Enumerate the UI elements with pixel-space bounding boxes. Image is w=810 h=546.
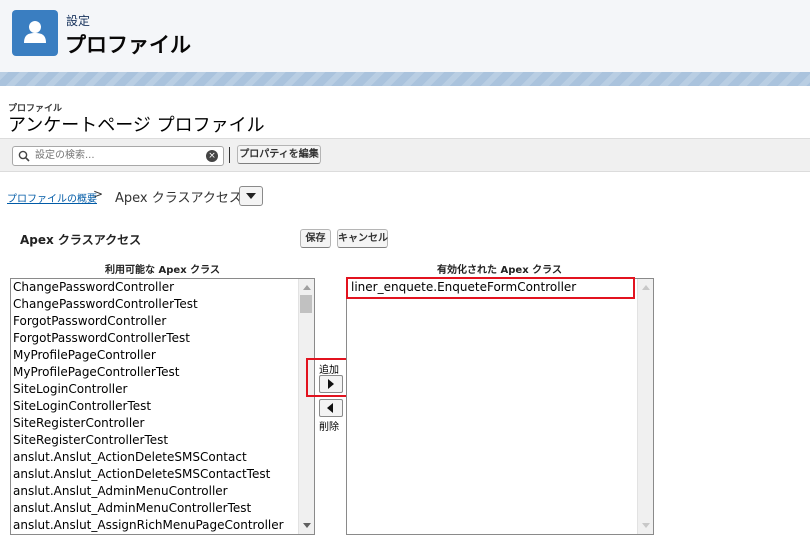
list-item[interactable]: ForgotPasswordControllerTest	[11, 330, 297, 347]
list-item[interactable]: anslut.Anslut_AdminMenuController	[11, 483, 297, 500]
toolbar: × プロパティを編集	[0, 138, 810, 172]
remove-arrow-button[interactable]	[319, 399, 343, 417]
scroll-up-arrow-icon[interactable]	[303, 285, 311, 290]
list-item[interactable]: anslut.Anslut_ActionDeleteSMSContact	[11, 449, 297, 466]
scroll-down-arrow-icon[interactable]	[642, 523, 650, 528]
section-title: Apex クラスアクセス	[20, 233, 142, 247]
profile-user-icon	[12, 10, 58, 56]
available-list-scrollbar[interactable]	[298, 279, 314, 534]
scroll-down-arrow-icon[interactable]	[303, 523, 311, 528]
list-item[interactable]: ForgotPasswordController	[11, 313, 297, 330]
breadcrumb-dropdown-button[interactable]	[239, 186, 263, 206]
search-input[interactable]	[35, 148, 195, 163]
toolbar-divider	[229, 147, 230, 163]
save-button[interactable]: 保存	[300, 229, 331, 248]
breadcrumb-current: Apex クラスアクセス	[115, 191, 242, 206]
enabled-classes-list[interactable]: liner_enquete.EnqueteFormController	[346, 278, 654, 535]
enabled-list-scrollbar[interactable]	[637, 279, 653, 534]
header-subtitle: 設定	[66, 14, 91, 28]
enabled-item-highlight-box	[346, 277, 635, 299]
available-classes-list[interactable]: ChangePasswordController ChangePasswordC…	[10, 278, 315, 535]
list-item[interactable]: anslut.Anslut_AssignRichMenuPageControll…	[11, 517, 297, 534]
available-classes-header: 利用可能な Apex クラス	[105, 265, 220, 276]
list-item[interactable]: SiteLoginController	[11, 381, 297, 398]
header-title: プロファイル	[65, 33, 191, 57]
search-icon	[18, 150, 30, 162]
list-item[interactable]: MyProfilePageControllerTest	[11, 364, 297, 381]
list-item[interactable]: SiteRegisterController	[11, 415, 297, 432]
decorative-band	[0, 72, 810, 86]
search-box: ×	[12, 146, 224, 166]
enabled-classes-header: 有効化された Apex クラス	[437, 265, 562, 276]
scroll-thumb[interactable]	[300, 295, 312, 313]
app-header: 設定 プロファイル	[0, 0, 810, 74]
breadcrumb-profile-overview-link[interactable]: プロファイルの概要	[7, 190, 97, 205]
list-item[interactable]: ChangePasswordControllerTest	[11, 296, 297, 313]
list-item[interactable]: MyProfilePageController	[11, 347, 297, 364]
breadcrumb-separator: >	[93, 187, 104, 201]
edit-properties-button[interactable]: プロパティを編集	[237, 145, 321, 164]
list-item[interactable]: SiteRegisterControllerTest	[11, 432, 297, 449]
remove-label: 削除	[319, 422, 339, 433]
clear-search-icon[interactable]: ×	[206, 150, 218, 162]
list-item[interactable]: ChangePasswordController	[11, 279, 297, 296]
list-item[interactable]: anslut.Anslut_AdminMenuControllerTest	[11, 500, 297, 517]
scroll-up-arrow-icon[interactable]	[642, 285, 650, 290]
page-title: アンケートページ プロファイル	[8, 115, 265, 136]
list-item[interactable]: anslut.Anslut_ActionDeleteSMSContactTest	[11, 466, 297, 483]
cancel-button[interactable]: キャンセル	[337, 229, 388, 248]
list-item[interactable]: SiteLoginControllerTest	[11, 398, 297, 415]
